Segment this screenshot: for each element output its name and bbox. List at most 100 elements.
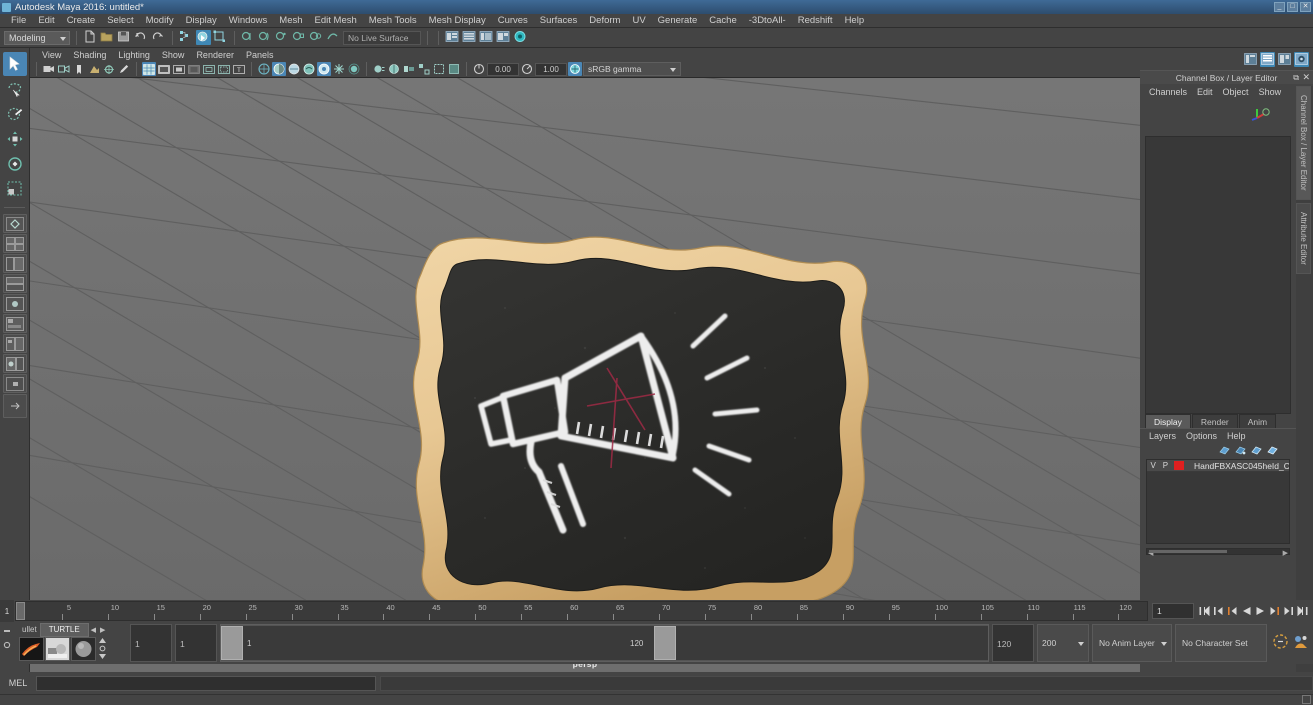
layer-list-scrollbar[interactable]: ◀ ▶ <box>1146 548 1290 557</box>
layer-menu-options[interactable]: Options <box>1181 431 1222 441</box>
last-layout[interactable] <box>3 374 27 393</box>
render-view-icon[interactable] <box>513 30 528 45</box>
viewport-menu-lighting[interactable]: Lighting <box>112 50 156 60</box>
paint-select-tool[interactable] <box>3 102 27 126</box>
multisample-icon[interactable] <box>387 62 401 76</box>
range-slider-control[interactable]: 1 120 <box>220 624 989 662</box>
gamma-reset-icon[interactable] <box>520 62 534 76</box>
range-end-time-field[interactable]: 120 <box>992 624 1034 662</box>
scale-tool[interactable] <box>3 177 27 201</box>
snap-to-curve-icon[interactable] <box>258 30 273 45</box>
menu-item-create[interactable]: Create <box>61 14 102 28</box>
step-back-keyframe-icon[interactable] <box>1212 604 1225 619</box>
go-to-end-icon[interactable] <box>1296 604 1309 619</box>
menu-item-cache[interactable]: Cache <box>703 14 742 28</box>
auto-keyframe-icon[interactable] <box>1272 633 1289 653</box>
go-to-start-icon[interactable] <box>1198 604 1211 619</box>
tool-settings-icon[interactable] <box>479 30 494 45</box>
select-by-object-icon[interactable] <box>196 30 211 45</box>
character-set-selector[interactable]: No Character Set <box>1175 624 1267 662</box>
float-window-icon[interactable]: ⧉ <box>1293 73 1299 83</box>
rotate-tool[interactable] <box>3 152 27 176</box>
menu-item-modify[interactable]: Modify <box>140 14 180 28</box>
time-slider-track[interactable]: 5 10 15 20 25 30 35 40 45 50 55 60 65 70 75 80 85 90 95 100… <box>15 601 1148 621</box>
perspective-viewport[interactable]: persp Y X Z <box>30 78 1140 672</box>
add-selected-to-layer-icon[interactable] <box>1267 445 1278 458</box>
channel-box-menu-edit[interactable]: Edit <box>1192 87 1218 97</box>
resolution-gate-icon[interactable] <box>172 62 186 76</box>
layer-menu-help[interactable]: Help <box>1222 431 1251 441</box>
menu-item-mesh-tools[interactable]: Mesh Tools <box>363 14 423 28</box>
persp-graph-editor-layout[interactable] <box>3 274 27 293</box>
step-forward-keyframe-icon[interactable] <box>1282 604 1295 619</box>
select-objects-in-layer-icon[interactable] <box>1251 445 1262 458</box>
channel-box-content[interactable] <box>1145 136 1291 414</box>
attribute-editor-icon[interactable] <box>462 30 477 45</box>
bookmark-icon[interactable] <box>72 62 86 76</box>
viewport-menu-shading[interactable]: Shading <box>67 50 112 60</box>
select-by-component-icon[interactable] <box>213 30 228 45</box>
exposure-value-field[interactable]: 0.00 <box>487 62 519 76</box>
snap-to-grid-icon[interactable] <box>241 30 256 45</box>
exposure-gate-icon[interactable] <box>202 62 216 76</box>
motion-blur-icon[interactable] <box>372 62 386 76</box>
film-gate-icon[interactable] <box>157 62 171 76</box>
menu-item-3dtoall[interactable]: -3DtoAll- <box>743 14 792 28</box>
channel-box-menu-show[interactable]: Show <box>1254 87 1287 97</box>
viewport-menu-show[interactable]: Show <box>156 50 191 60</box>
shelf-prev-arrow-icon[interactable]: ◀ <box>89 626 98 634</box>
grid-toggle-icon[interactable] <box>142 62 156 76</box>
channel-box-menu-object[interactable]: Object <box>1218 87 1254 97</box>
layer-visibility-toggle[interactable]: V <box>1147 461 1159 470</box>
show-hide-editors-icon[interactable] <box>445 30 460 45</box>
redo-icon[interactable] <box>151 30 166 45</box>
two-pane-side-layout[interactable] <box>3 294 27 313</box>
lasso-select-tool[interactable] <box>3 77 27 101</box>
viewport-menu-renderer[interactable]: Renderer <box>190 50 240 60</box>
layer-tab-render[interactable]: Render <box>1191 414 1238 428</box>
play-backwards-icon[interactable] <box>1240 604 1253 619</box>
xray-joints-icon[interactable] <box>447 62 461 76</box>
live-surface-field[interactable]: No Live Surface <box>343 30 421 45</box>
step-back-frame-icon[interactable] <box>1226 604 1239 619</box>
menu-item-windows[interactable]: Windows <box>223 14 274 28</box>
shelf-next-arrow-icon[interactable]: ▶ <box>98 626 107 634</box>
menu-item-edit-mesh[interactable]: Edit Mesh <box>309 14 363 28</box>
color-management-selector[interactable]: sRGB gamma <box>583 62 681 76</box>
viewport-menu-view[interactable]: View <box>36 50 67 60</box>
select-by-hierarchy-icon[interactable] <box>179 30 194 45</box>
layer-name[interactable]: HandFBXASC045heId_Ch <box>1194 461 1289 471</box>
shadows-icon[interactable] <box>332 62 346 76</box>
maximize-button[interactable]: □ <box>1287 2 1298 12</box>
menu-item-display[interactable]: Display <box>180 14 223 28</box>
isolate-select-icon[interactable] <box>417 62 431 76</box>
show-channel-box-icon[interactable] <box>1277 52 1292 67</box>
smooth-shade-all-icon[interactable] <box>272 62 286 76</box>
animation-start-time-field[interactable]: 1 <box>130 624 172 662</box>
two-d-pan-zoom-icon[interactable] <box>102 62 116 76</box>
new-scene-icon[interactable] <box>83 30 98 45</box>
undo-icon[interactable] <box>134 30 149 45</box>
scroll-right-arrow-icon[interactable]: ▶ <box>1283 549 1288 557</box>
menu-item-edit[interactable]: Edit <box>32 14 60 28</box>
layer-color-swatch[interactable] <box>1173 461 1184 470</box>
new-layer-from-selected-icon[interactable] <box>1235 445 1246 458</box>
shelf-editor-icon[interactable] <box>2 624 16 662</box>
single-perspective-layout[interactable] <box>3 214 27 233</box>
shelf-scroll-stepper[interactable] <box>98 637 107 660</box>
close-button[interactable]: ✕ <box>1300 2 1311 12</box>
shaded-wireframe-icon[interactable] <box>287 62 301 76</box>
show-attribute-editor-icon[interactable] <box>1243 52 1258 67</box>
move-tool[interactable] <box>3 127 27 151</box>
gamma-value-field[interactable]: 1.00 <box>535 62 567 76</box>
wireframe-shading-icon[interactable] <box>257 62 271 76</box>
chalkboard-sign-model[interactable] <box>325 218 895 638</box>
menu-set-selector[interactable]: Modeling <box>4 30 70 45</box>
viewport-menu-panels[interactable]: Panels <box>240 50 280 60</box>
depth-of-field-icon[interactable] <box>402 62 416 76</box>
resize-grip-icon[interactable] <box>1302 695 1311 704</box>
layer-tab-display[interactable]: Display <box>1145 414 1191 428</box>
text-overlay-icon[interactable]: T <box>232 62 246 76</box>
exposure-reset-icon[interactable] <box>472 62 486 76</box>
menu-item-surfaces[interactable]: Surfaces <box>534 14 584 28</box>
